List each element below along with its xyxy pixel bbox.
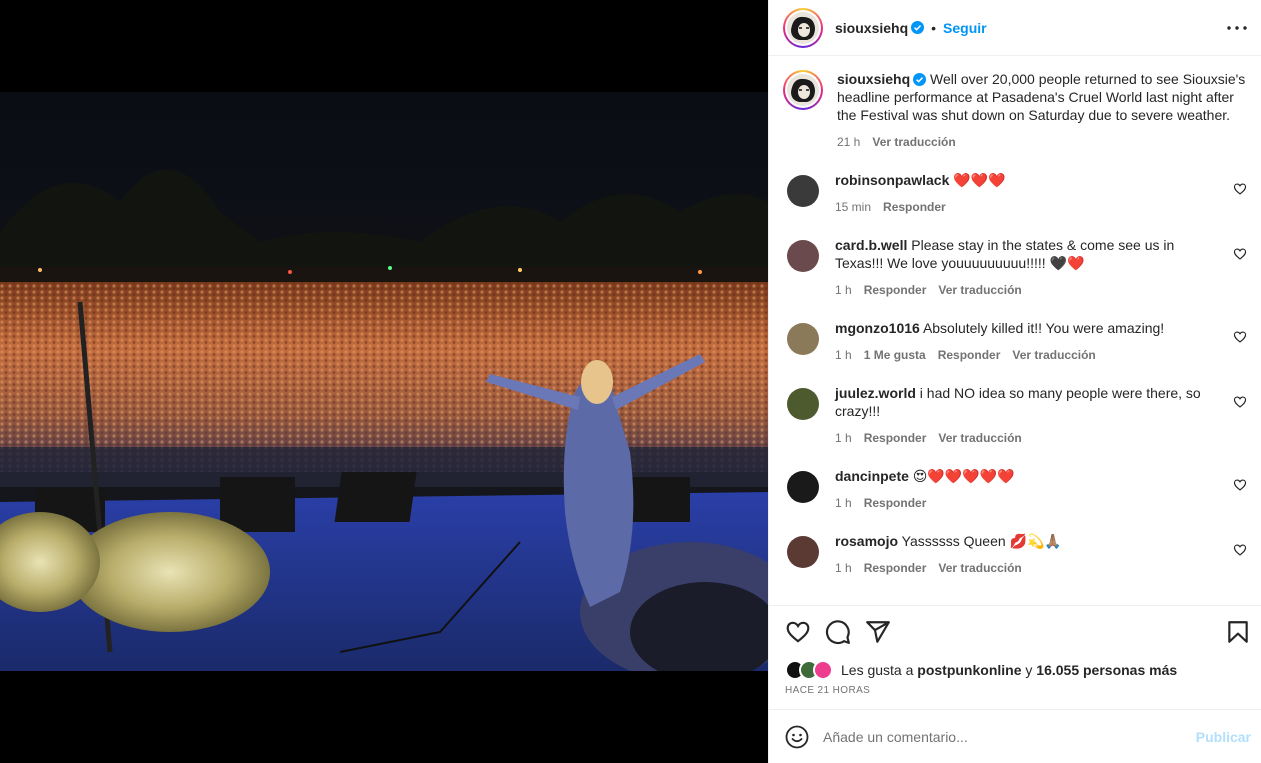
- comment-item: robinsonpawlack ❤️❤️❤️ 15 min Responder: [783, 171, 1249, 216]
- reply-button[interactable]: Responder: [864, 559, 927, 577]
- likes-user[interactable]: postpunkonline: [917, 662, 1021, 678]
- commenter-avatar[interactable]: [787, 536, 819, 568]
- reply-button[interactable]: Responder: [864, 494, 927, 512]
- translate-link[interactable]: Ver traducción: [938, 281, 1021, 299]
- commenter-username[interactable]: juulez.world: [835, 385, 916, 401]
- commenter-avatar[interactable]: [787, 471, 819, 503]
- caption-time[interactable]: 21 h: [837, 133, 860, 151]
- comment-like-heart-icon[interactable]: [1233, 543, 1247, 557]
- reply-button[interactable]: Responder: [864, 281, 927, 299]
- likes-others[interactable]: 16.055 personas más: [1036, 662, 1177, 678]
- emoji-icon[interactable]: [785, 725, 809, 749]
- post-side-panel: siouxsiehq • Seguir siouxsiehq Well over…: [768, 0, 1261, 763]
- comment-meta: 1 h Responder Ver traducción: [835, 429, 1223, 447]
- reply-button[interactable]: Responder: [864, 429, 927, 447]
- caption-meta: 21 h Ver traducción: [837, 133, 1249, 151]
- comment-time[interactable]: 1 h: [835, 559, 852, 577]
- comment-icon[interactable]: [825, 619, 851, 645]
- post-actions-bar: [769, 605, 1261, 657]
- comment-meta: 1 h Responder: [835, 494, 1223, 512]
- comment-item: dancinpete 😍❤️❤️❤️❤️❤️ 1 h Responder: [783, 467, 1249, 512]
- commenter-avatar[interactable]: [787, 323, 819, 355]
- comment-likes[interactable]: 1 Me gusta: [864, 346, 926, 364]
- comment-time[interactable]: 1 h: [835, 429, 852, 447]
- verified-badge-icon: [911, 21, 925, 34]
- post-media[interactable]: [0, 0, 768, 763]
- publish-button[interactable]: Publicar: [1196, 729, 1251, 745]
- comment-time[interactable]: 1 h: [835, 494, 852, 512]
- comment-text: Yassssss Queen 💋💫🙏🏽: [901, 533, 1062, 549]
- comment-time[interactable]: 1 h: [835, 346, 852, 364]
- author-avatar-image: [787, 11, 819, 44]
- translate-link[interactable]: Ver traducción: [938, 559, 1021, 577]
- comment-text: Absolutely killed it!! You were amazing!: [922, 320, 1165, 336]
- comment-item: mgonzo1016 Absolutely killed it!! You we…: [783, 319, 1249, 364]
- commenter-avatar[interactable]: [787, 388, 819, 420]
- comments-list[interactable]: siouxsiehq Well over 20,000 people retur…: [769, 56, 1261, 605]
- likes-prefix: Les gusta a: [841, 662, 914, 678]
- comment-body: rosamojo Yassssss Queen 💋💫🙏🏽 1 h Responder…: [835, 532, 1233, 577]
- translate-link[interactable]: Ver traducción: [1012, 346, 1095, 364]
- reply-button[interactable]: Responder: [883, 198, 946, 216]
- follow-button[interactable]: Seguir: [943, 20, 987, 36]
- author-avatar[interactable]: [783, 7, 823, 48]
- comment-like-heart-icon[interactable]: [1233, 395, 1247, 409]
- comment-meta: 1 h Responder Ver traducción: [835, 559, 1223, 577]
- post-header: siouxsiehq • Seguir: [769, 0, 1261, 56]
- comment-like-heart-icon[interactable]: [1233, 182, 1247, 196]
- commenter-username[interactable]: rosamojo: [835, 533, 898, 549]
- commenter-username[interactable]: robinsonpawlack: [835, 172, 949, 188]
- post-dialog: siouxsiehq • Seguir siouxsiehq Well over…: [0, 0, 1261, 763]
- comment-body: card.b.well Please stay in the states & …: [835, 236, 1233, 299]
- liker-avatars[interactable]: [785, 660, 833, 680]
- reply-button[interactable]: Responder: [938, 346, 1001, 364]
- caption-username[interactable]: siouxsiehq: [837, 71, 910, 87]
- commenter-username[interactable]: dancinpete: [835, 468, 909, 484]
- concert-photo: [0, 92, 768, 671]
- comment-item: juulez.world i had NO idea so many peopl…: [783, 384, 1249, 447]
- post-caption: siouxsiehq Well over 20,000 people retur…: [783, 70, 1249, 151]
- translate-link[interactable]: Ver traducción: [938, 429, 1021, 447]
- comment-body: juulez.world i had NO idea so many peopl…: [835, 384, 1233, 447]
- comment-items: robinsonpawlack ❤️❤️❤️ 15 min Responder car…: [783, 171, 1249, 577]
- comment-meta: 15 min Responder: [835, 198, 1223, 216]
- likes-conj: y: [1025, 662, 1033, 678]
- comment-item: card.b.well Please stay in the states & …: [783, 236, 1249, 299]
- commenter-avatar[interactable]: [787, 175, 819, 207]
- comment-meta: 1 h 1 Me gusta Responder Ver traducción: [835, 346, 1223, 364]
- comment-input[interactable]: [823, 728, 1196, 745]
- comment-body: robinsonpawlack ❤️❤️❤️ 15 min Responder: [835, 171, 1233, 216]
- more-options-icon[interactable]: [1225, 16, 1249, 40]
- comment-like-heart-icon[interactable]: [1233, 478, 1247, 492]
- caption-translate-link[interactable]: Ver traducción: [872, 133, 955, 151]
- comment-like-heart-icon[interactable]: [1233, 330, 1247, 344]
- commenter-username[interactable]: card.b.well: [835, 237, 907, 253]
- share-icon[interactable]: [865, 619, 891, 645]
- add-comment-bar: Publicar: [769, 709, 1261, 763]
- caption-author-avatar[interactable]: [783, 70, 823, 110]
- header-separator: •: [931, 19, 937, 36]
- commenter-avatar[interactable]: [787, 240, 819, 272]
- comment-time[interactable]: 15 min: [835, 198, 871, 216]
- verified-badge-icon: [913, 73, 927, 86]
- comment-body: dancinpete 😍❤️❤️❤️❤️❤️ 1 h Responder: [835, 467, 1233, 512]
- comment-body: mgonzo1016 Absolutely killed it!! You we…: [835, 319, 1233, 364]
- comment-like-heart-icon[interactable]: [1233, 247, 1247, 261]
- comment-item: rosamojo Yassssss Queen 💋💫🙏🏽 1 h Responder…: [783, 532, 1249, 577]
- comment-text: 😍❤️❤️❤️❤️❤️: [912, 468, 1015, 484]
- author-username[interactable]: siouxsiehq: [835, 20, 908, 36]
- comment-text: ❤️❤️❤️: [953, 172, 1006, 188]
- heart-icon[interactable]: [785, 619, 811, 645]
- comment-time[interactable]: 1 h: [835, 281, 852, 299]
- likes-summary: Les gusta a postpunkonline y 16.055 pers…: [769, 657, 1261, 683]
- caption-body: siouxsiehq Well over 20,000 people retur…: [837, 70, 1249, 151]
- save-bookmark-icon[interactable]: [1225, 619, 1251, 645]
- post-timestamp[interactable]: HACE 21 HORAS: [769, 683, 1261, 709]
- caption-avatar-image: [787, 74, 819, 106]
- commenter-username[interactable]: mgonzo1016: [835, 320, 920, 336]
- comment-meta: 1 h Responder Ver traducción: [835, 281, 1223, 299]
